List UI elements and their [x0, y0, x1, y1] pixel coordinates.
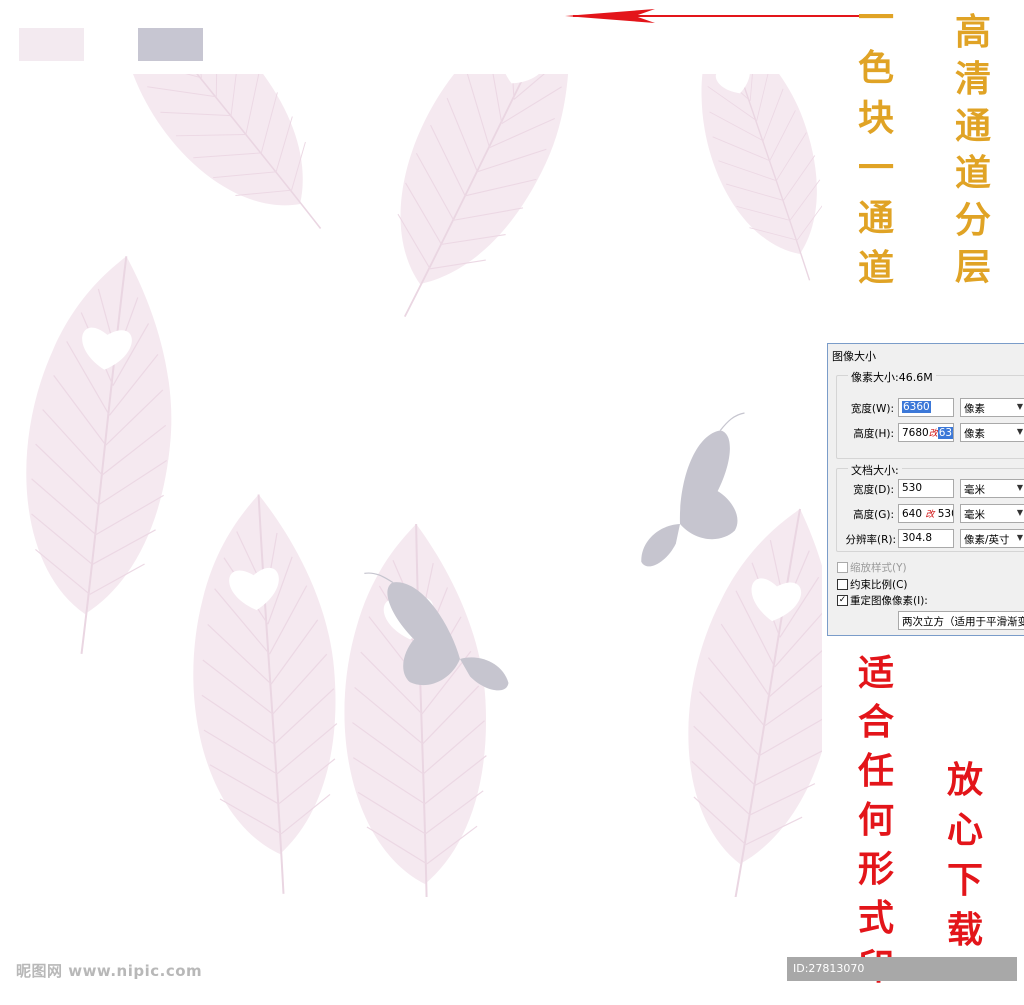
doc-width-input[interactable]: 530	[898, 479, 954, 498]
image-id-bar: ID:27813070 NO:20200827120237665089	[787, 957, 1017, 999]
gold-vertical-label-1: 一色块一通道	[858, 0, 895, 289]
resolution-input[interactable]: 304.8	[898, 529, 954, 548]
red-vertical-label-2: 放心下载	[947, 759, 984, 951]
width-input[interactable]: 6360	[898, 398, 954, 417]
gray-swatch	[138, 28, 203, 61]
image-size-dialog: 图像大小 像素大小:46.6M 宽度(W): 6360 像素 ▼ 高度(H): 7…	[827, 343, 1024, 636]
gold-vertical-label-2: 高清通道分层	[955, 11, 992, 288]
height-unit-select[interactable]: 像素 ▼	[960, 423, 1024, 442]
watermark-logo: 昵图网 www.nipic.com	[16, 962, 203, 980]
feather-butterfly-artwork	[8, 74, 822, 897]
resample-image-checkbox[interactable]: ✓ 重定图像像素(I):	[837, 593, 928, 608]
doc-height-unit-select[interactable]: 毫米 ▼	[960, 504, 1024, 523]
dialog-title: 图像大小	[832, 350, 876, 363]
resample-method-select[interactable]: 两次立方（适用于平滑渐变	[898, 611, 1024, 630]
height-label: 高度(H):	[853, 428, 894, 440]
pixel-dimensions-group	[836, 375, 1024, 459]
resolution-label: 分辨率(R):	[845, 534, 896, 546]
doc-width-unit-select[interactable]: 毫米 ▼	[960, 479, 1024, 498]
scale-styles-checkbox[interactable]: 缩放样式(Y)	[837, 560, 907, 575]
red-vertical-label-1: 适合任何形式印	[858, 652, 895, 985]
pixel-dimensions-label: 像素大小:46.6M	[848, 369, 936, 385]
arrow-left-icon	[565, 9, 863, 23]
doc-width-label: 宽度(D):	[853, 484, 894, 496]
doc-height-input[interactable]: 640 改 530	[898, 504, 954, 523]
document-size-label: 文档大小:	[848, 462, 902, 478]
pink-swatch	[19, 28, 84, 61]
height-input[interactable]: 7680改6360	[898, 423, 954, 442]
resolution-unit-select[interactable]: 像素/英寸 ▼	[960, 529, 1024, 548]
width-label: 宽度(W):	[850, 403, 894, 415]
doc-height-label: 高度(G):	[853, 509, 894, 521]
width-unit-select[interactable]: 像素 ▼	[960, 398, 1024, 417]
constrain-proportions-checkbox[interactable]: 约束比例(C)	[837, 577, 908, 592]
